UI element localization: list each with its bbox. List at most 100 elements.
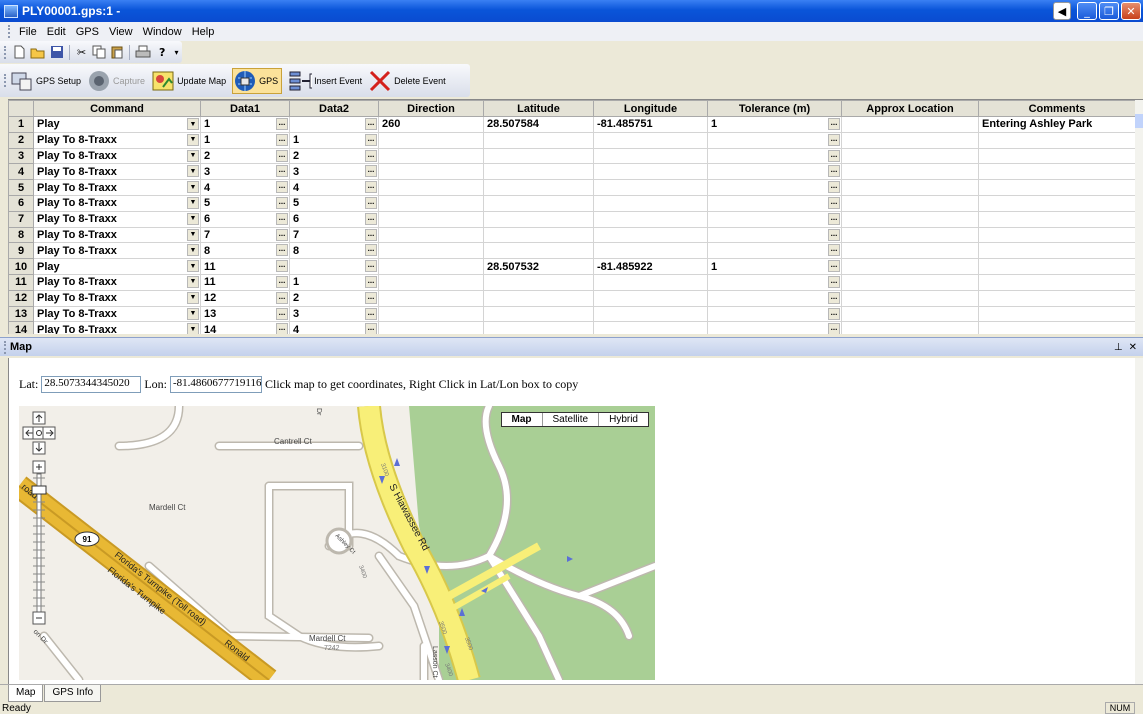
update-map-button[interactable]: Update Map — [151, 69, 226, 93]
approx-location-cell[interactable] — [841, 179, 979, 196]
dropdown-arrow-icon[interactable]: ▼ — [187, 291, 199, 304]
ellipsis-button-icon[interactable]: ... — [828, 133, 840, 146]
ellipsis-button-icon[interactable]: ... — [276, 196, 288, 209]
data2-cell[interactable]: 7... — [289, 226, 379, 244]
tolerance-cell[interactable]: ... — [707, 131, 842, 149]
data1-cell[interactable]: 8... — [200, 242, 290, 260]
latitude-cell[interactable] — [483, 131, 594, 149]
direction-cell[interactable] — [378, 305, 484, 323]
gps-setup-button[interactable]: GPS Setup — [10, 69, 81, 93]
row-number[interactable]: 11 — [8, 273, 34, 291]
map-type-hybrid-button[interactable]: Hybrid — [599, 413, 648, 426]
dropdown-arrow-icon[interactable]: ▼ — [187, 307, 199, 320]
data2-cell[interactable]: 8... — [289, 242, 379, 260]
latitude-cell[interactable] — [483, 321, 594, 334]
ellipsis-button-icon[interactable]: ... — [365, 323, 377, 334]
comments-cell[interactable] — [978, 226, 1136, 244]
dropdown-arrow-icon[interactable]: ▼ — [187, 181, 199, 194]
column-header[interactable]: Tolerance (m) — [707, 100, 842, 117]
minimize-button[interactable]: _ — [1077, 2, 1097, 20]
command-cell[interactable]: Play ▼ — [33, 258, 201, 275]
latitude-cell[interactable] — [483, 305, 594, 323]
ellipsis-button-icon[interactable]: ... — [365, 291, 377, 304]
tolerance-cell[interactable]: ... — [707, 289, 842, 307]
table-row[interactable]: 14 Play To 8-Traxx ▼ 14... 4...... — [8, 321, 1136, 334]
ellipsis-button-icon[interactable]: ... — [276, 133, 288, 146]
ellipsis-button-icon[interactable]: ... — [828, 307, 840, 320]
row-number[interactable]: 6 — [8, 194, 34, 212]
comments-cell[interactable] — [978, 242, 1136, 260]
ellipsis-button-icon[interactable]: ... — [276, 228, 288, 241]
save-icon[interactable] — [50, 44, 64, 60]
dropdown-arrow-icon[interactable]: ▼ — [187, 275, 199, 288]
grid-vertical-scrollbar[interactable] — [1135, 100, 1143, 334]
comments-cell[interactable] — [978, 273, 1136, 291]
dropdown-arrow-icon[interactable]: ▼ — [187, 260, 199, 273]
ellipsis-button-icon[interactable]: ... — [828, 291, 840, 304]
map-type-map-button[interactable]: Map — [502, 413, 543, 426]
table-row[interactable]: 5 Play To 8-Traxx ▼ 4... 4...... — [8, 179, 1136, 196]
longitude-cell[interactable] — [593, 210, 708, 228]
approx-location-cell[interactable] — [841, 258, 979, 275]
table-row[interactable]: 13 Play To 8-Traxx ▼ 13... 3...... — [8, 305, 1136, 323]
table-row[interactable]: 9 Play To 8-Traxx ▼ 8... 8...... — [8, 242, 1136, 260]
row-number[interactable]: 13 — [8, 305, 34, 323]
ellipsis-button-icon[interactable]: ... — [365, 307, 377, 320]
tolerance-cell[interactable]: ... — [707, 163, 842, 181]
menu-gps[interactable]: GPS — [71, 26, 104, 38]
tolerance-cell[interactable]: ... — [707, 194, 842, 212]
longitude-cell[interactable]: -81.485751 — [593, 116, 708, 133]
tolerance-cell[interactable]: ... — [707, 147, 842, 165]
approx-location-cell[interactable] — [841, 289, 979, 307]
approx-location-cell[interactable] — [841, 116, 979, 133]
data1-cell[interactable]: 5... — [200, 194, 290, 212]
row-number[interactable]: 12 — [8, 289, 34, 307]
direction-cell[interactable] — [378, 179, 484, 196]
dropdown-arrow-icon[interactable]: ▼ — [187, 165, 199, 178]
ellipsis-button-icon[interactable]: ... — [828, 228, 840, 241]
ellipsis-button-icon[interactable]: ... — [365, 196, 377, 209]
grid-scroll-thumb[interactable] — [1135, 114, 1143, 128]
tolerance-cell[interactable]: 1... — [707, 116, 842, 133]
data2-cell[interactable]: 6... — [289, 210, 379, 228]
direction-cell[interactable] — [378, 210, 484, 228]
mdi-nav-left-icon[interactable]: ◀ — [1053, 2, 1071, 20]
map-canvas[interactable]: 91 Cantrell Ct Mardell Ct Mardell Ct 724… — [19, 406, 655, 680]
open-folder-icon[interactable] — [30, 44, 46, 60]
ellipsis-button-icon[interactable]: ... — [365, 244, 377, 257]
ellipsis-button-icon[interactable]: ... — [365, 118, 377, 130]
longitude-cell[interactable] — [593, 321, 708, 334]
table-row[interactable]: 12 Play To 8-Traxx ▼ 12... 2...... — [8, 289, 1136, 307]
column-header[interactable]: Direction — [378, 100, 484, 117]
latitude-cell[interactable] — [483, 242, 594, 260]
table-row[interactable]: 10 Play ▼ 11...... 28.507532 -81.485922 1... — [8, 258, 1136, 275]
comments-cell[interactable] — [978, 305, 1136, 323]
comments-cell[interactable] — [978, 258, 1136, 275]
dropdown-arrow-icon[interactable]: ▼ — [187, 323, 199, 334]
direction-cell[interactable] — [378, 242, 484, 260]
row-number[interactable]: 9 — [8, 242, 34, 260]
table-row[interactable]: 7 Play To 8-Traxx ▼ 6... 6...... — [8, 210, 1136, 228]
column-header[interactable]: Longitude — [593, 100, 708, 117]
latitude-cell[interactable] — [483, 147, 594, 165]
direction-cell[interactable] — [378, 258, 484, 275]
comments-cell[interactable] — [978, 179, 1136, 196]
ellipsis-button-icon[interactable]: ... — [276, 260, 288, 273]
data1-cell[interactable]: 11... — [200, 273, 290, 291]
ellipsis-button-icon[interactable]: ... — [828, 196, 840, 209]
ellipsis-button-icon[interactable]: ... — [828, 165, 840, 178]
table-row[interactable]: 1 Play ▼ 1...... 260 28.507584 -81.485751 1... E… — [8, 116, 1136, 133]
comments-cell[interactable]: Entering Ashley Park — [978, 116, 1136, 133]
command-cell[interactable]: Play To 8-Traxx ▼ — [33, 273, 201, 291]
approx-location-cell[interactable] — [841, 163, 979, 181]
data2-cell[interactable]: 2... — [289, 147, 379, 165]
data2-cell[interactable]: ... — [289, 258, 379, 275]
tolerance-cell[interactable]: ... — [707, 226, 842, 244]
data1-cell[interactable]: 1... — [200, 131, 290, 149]
latitude-cell[interactable] — [483, 289, 594, 307]
ellipsis-button-icon[interactable]: ... — [276, 275, 288, 288]
tolerance-cell[interactable]: ... — [707, 321, 842, 334]
data1-cell[interactable]: 1... — [200, 116, 290, 133]
direction-cell[interactable] — [378, 131, 484, 149]
longitude-cell[interactable] — [593, 163, 708, 181]
